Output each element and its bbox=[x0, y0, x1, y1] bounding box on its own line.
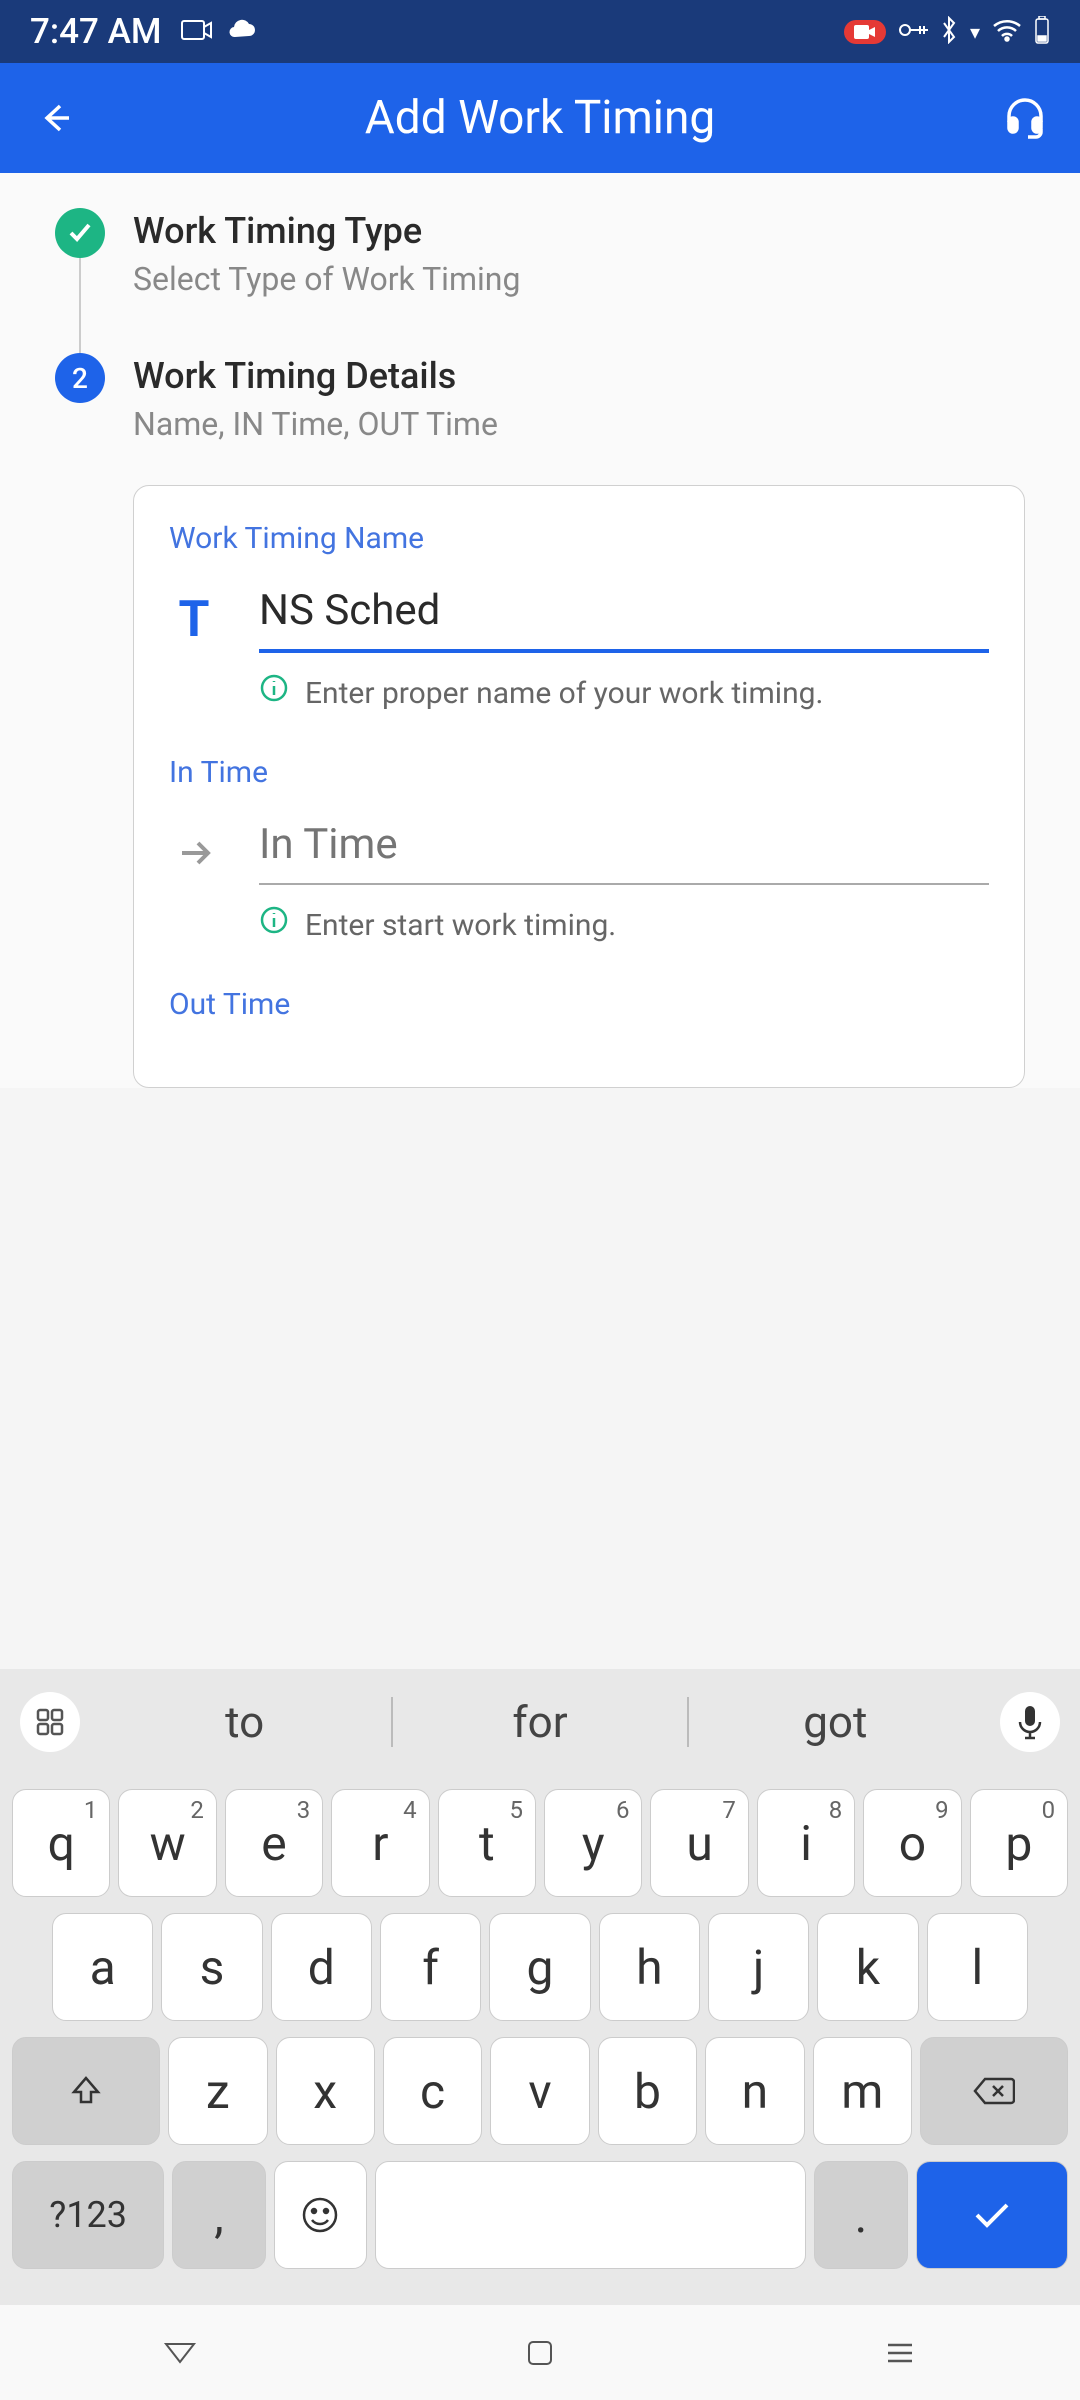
step-2-number: 2 bbox=[55, 353, 105, 403]
key-n[interactable]: n bbox=[705, 2037, 804, 2145]
backspace-key[interactable] bbox=[920, 2037, 1068, 2145]
outtime-label: Out Time bbox=[169, 987, 989, 1022]
step-2-title: Work Timing Details bbox=[133, 355, 498, 397]
suggestion-2[interactable]: for bbox=[393, 1696, 686, 1748]
key-l[interactable]: l bbox=[927, 1913, 1028, 2021]
camera-icon bbox=[181, 18, 213, 46]
key-x[interactable]: x bbox=[276, 2037, 375, 2145]
key-c[interactable]: c bbox=[383, 2037, 482, 2145]
key-w[interactable]: w2 bbox=[118, 1789, 216, 1897]
nav-home-button[interactable] bbox=[510, 2323, 570, 2383]
step-connector bbox=[79, 258, 81, 353]
key-q[interactable]: q1 bbox=[12, 1789, 110, 1897]
key-j[interactable]: j bbox=[708, 1913, 809, 2021]
key-t[interactable]: t5 bbox=[438, 1789, 536, 1897]
enter-key[interactable] bbox=[916, 2161, 1068, 2269]
suggestion-1[interactable]: to bbox=[98, 1696, 391, 1748]
text-icon: T bbox=[169, 591, 219, 649]
form-card: Work Timing Name T Enter proper name of … bbox=[133, 485, 1025, 1088]
name-hint: Enter proper name of your work timing. bbox=[305, 673, 823, 715]
key-o[interactable]: o9 bbox=[863, 1789, 961, 1897]
support-button[interactable] bbox=[1000, 93, 1050, 143]
key-i[interactable]: i8 bbox=[757, 1789, 855, 1897]
nav-recent-button[interactable] bbox=[870, 2323, 930, 2383]
key-g[interactable]: g bbox=[489, 1913, 590, 2021]
key-v[interactable]: v bbox=[490, 2037, 589, 2145]
key-b[interactable]: b bbox=[598, 2037, 697, 2145]
step-1-check-icon bbox=[55, 208, 105, 258]
key-y[interactable]: y6 bbox=[544, 1789, 642, 1897]
page-title: Add Work Timing bbox=[80, 91, 1000, 145]
info-icon bbox=[259, 905, 289, 935]
name-input[interactable] bbox=[259, 586, 989, 653]
suggestion-3[interactable]: got bbox=[689, 1696, 982, 1748]
intime-label: In Time bbox=[169, 755, 989, 790]
intime-hint: Enter start work timing. bbox=[305, 905, 616, 947]
key-k[interactable]: k bbox=[817, 1913, 918, 2021]
info-icon bbox=[259, 673, 289, 703]
step-1-title: Work Timing Type bbox=[133, 210, 520, 252]
status-time: 7:47 AM bbox=[30, 11, 161, 52]
step-2: 2 Work Timing Details Name, IN Time, OUT… bbox=[55, 353, 1025, 443]
nav-back-button[interactable] bbox=[150, 2323, 210, 2383]
cloud-icon bbox=[227, 18, 257, 46]
period-key[interactable]: . bbox=[814, 2161, 907, 2269]
keyboard: to for got q1w2e3r4t5y6u7i8o9p0 asdfghjk… bbox=[0, 1669, 1080, 2400]
key-z[interactable]: z bbox=[168, 2037, 267, 2145]
space-key[interactable] bbox=[375, 2161, 807, 2269]
key-e[interactable]: e3 bbox=[225, 1789, 323, 1897]
signal-icon: ▾ bbox=[970, 20, 980, 44]
symbols-key[interactable]: ?123 bbox=[12, 2161, 164, 2269]
key-p[interactable]: p0 bbox=[970, 1789, 1068, 1897]
key-r[interactable]: r4 bbox=[331, 1789, 429, 1897]
key-u[interactable]: u7 bbox=[650, 1789, 748, 1897]
key-f[interactable]: f bbox=[380, 1913, 481, 2021]
vpn-icon bbox=[898, 21, 928, 43]
intime-input[interactable] bbox=[259, 820, 989, 885]
key-m[interactable]: m bbox=[813, 2037, 912, 2145]
wifi-icon bbox=[992, 18, 1022, 46]
back-button[interactable] bbox=[30, 93, 80, 143]
emoji-key[interactable] bbox=[274, 2161, 367, 2269]
step-1[interactable]: Work Timing Type Select Type of Work Tim… bbox=[55, 208, 1025, 353]
key-s[interactable]: s bbox=[161, 1913, 262, 2021]
key-a[interactable]: a bbox=[52, 1913, 153, 2021]
step-1-subtitle: Select Type of Work Timing bbox=[133, 260, 520, 298]
key-h[interactable]: h bbox=[599, 1913, 700, 2021]
shift-key[interactable] bbox=[12, 2037, 160, 2145]
battery-icon bbox=[1034, 16, 1050, 48]
comma-key[interactable]: , bbox=[172, 2161, 265, 2269]
key-d[interactable]: d bbox=[271, 1913, 372, 2021]
app-bar: Add Work Timing bbox=[0, 63, 1080, 173]
nav-bar bbox=[0, 2305, 1080, 2400]
keyboard-apps-button[interactable] bbox=[20, 1692, 80, 1752]
bluetooth-icon bbox=[940, 16, 958, 48]
record-badge bbox=[844, 20, 886, 44]
arrow-right-icon bbox=[169, 833, 219, 873]
status-bar: 7:47 AM ▾ bbox=[0, 0, 1080, 63]
name-label: Work Timing Name bbox=[169, 521, 989, 556]
step-2-subtitle: Name, IN Time, OUT Time bbox=[133, 405, 498, 443]
mic-button[interactable] bbox=[1000, 1692, 1060, 1752]
